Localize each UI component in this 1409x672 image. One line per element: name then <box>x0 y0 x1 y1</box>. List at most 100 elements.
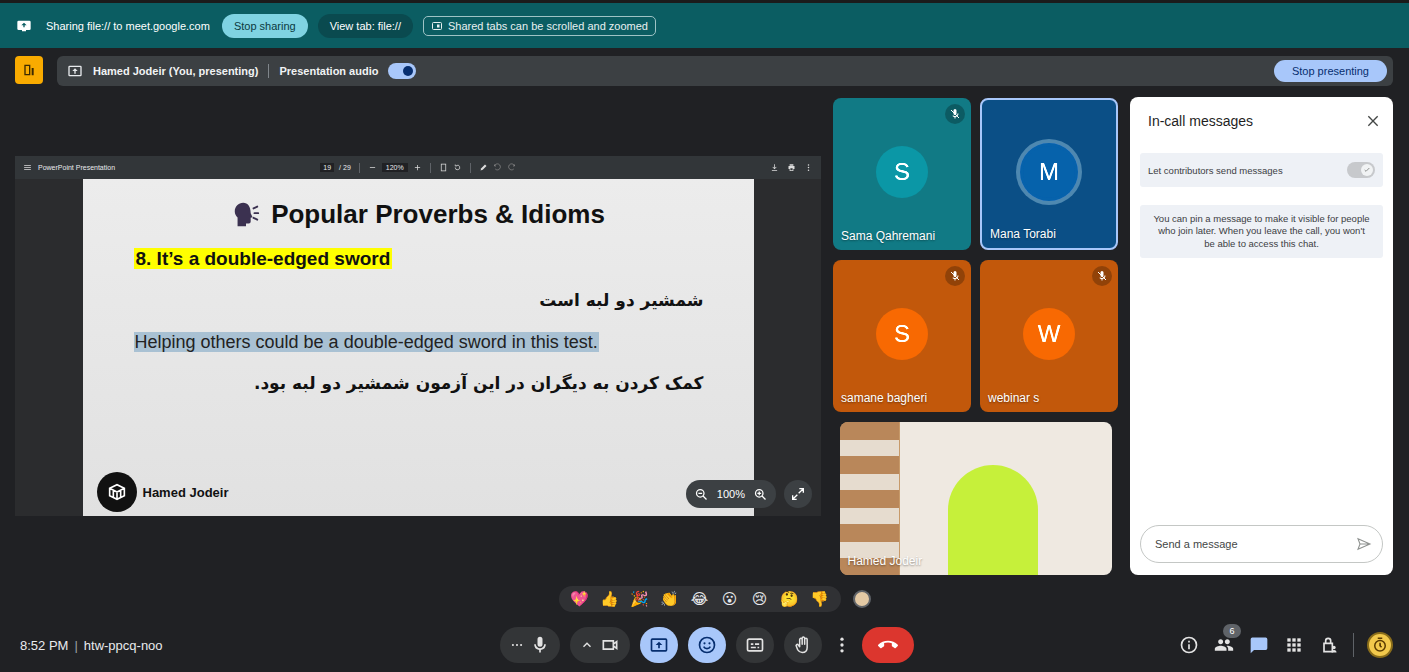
chat-title: In-call messages <box>1148 113 1253 129</box>
setting-label: Let contributors send messages <box>1148 165 1283 176</box>
undo-icon[interactable] <box>493 163 502 172</box>
message-input[interactable] <box>1153 537 1356 551</box>
apps-button[interactable] <box>1283 634 1305 656</box>
reaction-button[interactable]: 💖 <box>567 586 593 612</box>
presentation-audio-toggle[interactable] <box>388 63 416 79</box>
participant-tile[interactable]: M Mana Torabi <box>980 98 1118 250</box>
send-icon[interactable] <box>1356 536 1372 552</box>
reactions-button[interactable] <box>688 627 726 663</box>
participant-name: samane bagheri <box>841 391 927 405</box>
example-sentence: Helping others could be a double-edged s… <box>134 332 704 353</box>
stage: PowerPoint Presentation19/ 29120%Popular… <box>0 96 1409 576</box>
more-icon[interactable] <box>804 163 813 172</box>
presenter-row: Hamed Jodeir (You, presenting)Presentati… <box>0 56 1409 86</box>
skin-tone-button[interactable] <box>853 590 871 608</box>
page-input[interactable]: 19 <box>320 163 334 172</box>
self-video-tile[interactable]: Hamed Jodeir <box>840 422 1112 575</box>
zoom-control: 100% <box>686 480 776 508</box>
participant-count-badge: 6 <box>1223 624 1241 638</box>
message-input-box <box>1140 525 1383 563</box>
screen-share-icon <box>16 18 32 34</box>
host-button[interactable] <box>1318 634 1340 656</box>
captions-icon <box>745 635 765 655</box>
speaking-head-icon <box>231 200 261 230</box>
zoom-in-icon[interactable] <box>753 487 768 502</box>
hang-up-icon <box>878 635 898 655</box>
annotate-icon[interactable] <box>479 163 488 172</box>
view-tab-button[interactable]: View tab: file:// <box>318 14 413 38</box>
people-button[interactable]: 6 <box>1213 634 1235 656</box>
reaction-button[interactable]: 👎 <box>807 586 833 612</box>
separator: | <box>74 638 77 653</box>
author-logo-icon <box>97 472 137 512</box>
idiom-translation: شمشیر دو لبه است <box>97 290 704 310</box>
presenter-bar: Hamed Jodeir (You, presenting)Presentati… <box>57 56 1393 86</box>
toggle-knob <box>403 66 413 76</box>
reaction-button[interactable]: 😢 <box>747 586 773 612</box>
camera-button[interactable] <box>570 627 630 663</box>
participant-tile[interactable]: Wwebinar s <box>980 260 1118 412</box>
reaction-button[interactable]: 😮 <box>717 586 743 612</box>
side-controls: 6 <box>914 632 1394 658</box>
chat-header: In-call messages <box>1140 97 1383 145</box>
options-icon <box>510 638 524 652</box>
reaction-button[interactable]: 🤔 <box>777 586 803 612</box>
print-icon[interactable] <box>787 163 796 172</box>
timer-button[interactable] <box>1367 632 1393 658</box>
hand-icon <box>793 635 813 655</box>
participant-name: webinar s <box>988 391 1039 405</box>
muted-mic-icon <box>945 266 965 286</box>
present-button[interactable] <box>640 627 678 663</box>
muted-mic-icon <box>1092 266 1112 286</box>
participant-avatar: M <box>1023 146 1075 198</box>
menu-icon[interactable] <box>23 163 32 172</box>
more-options-button[interactable] <box>832 627 852 663</box>
stop-presenting-button[interactable]: Stop presenting <box>1274 60 1387 82</box>
rotate-icon[interactable] <box>453 163 462 172</box>
share-status: Sharing file:// to meet.google.com <box>46 20 210 32</box>
smiley-icon <box>697 635 717 655</box>
pdf-viewer[interactable]: PowerPoint Presentation19/ 29120%Popular… <box>15 156 821 516</box>
fullscreen-button[interactable] <box>784 480 812 508</box>
raise-hand-button[interactable] <box>784 627 822 663</box>
viewer-toolbar: PowerPoint Presentation19/ 29120% <box>15 156 821 179</box>
fit-page-icon[interactable] <box>439 163 448 172</box>
zoom-input[interactable]: 120% <box>382 163 408 172</box>
participant-avatar: S <box>876 308 928 360</box>
reaction-button[interactable]: 🎉 <box>627 586 653 612</box>
captions-button[interactable] <box>736 627 774 663</box>
participant-tile[interactable]: SSama Qahremani <box>833 98 971 250</box>
reaction-button[interactable]: 😂 <box>687 586 713 612</box>
zoom-out-icon[interactable] <box>694 487 709 502</box>
camera-video <box>840 422 1112 575</box>
participant-name: Mana Torabi <box>990 227 1056 241</box>
timer-icon <box>1371 636 1389 654</box>
page-count: / 29 <box>339 164 351 171</box>
meeting-code: htw-ppcq-noo <box>84 638 163 653</box>
reaction-button[interactable]: 👏 <box>657 586 683 612</box>
contributors-toggle[interactable] <box>1347 162 1375 178</box>
scroll-tab-icon <box>431 20 443 32</box>
redo-icon[interactable] <box>507 163 516 172</box>
idiom: 8. It’s a double-edged sword <box>134 248 704 270</box>
info-button[interactable] <box>1178 634 1200 656</box>
microphone-button[interactable] <box>500 627 560 663</box>
host-controls-lock-icon <box>1319 635 1339 655</box>
stop-sharing-button[interactable]: Stop sharing <box>222 14 308 38</box>
download-icon[interactable] <box>770 163 779 172</box>
zoom-in-icon[interactable] <box>413 163 422 172</box>
close-icon[interactable] <box>1365 113 1381 129</box>
reaction-button[interactable]: 👍 <box>597 586 623 612</box>
participant-grid: SSama Qahremani M Mana Torabi Ssamane baghe… <box>833 98 1118 576</box>
companion-logo-icon[interactable] <box>15 56 43 84</box>
viewer-body: Popular Proverbs & Idioms8. It’s a doubl… <box>15 179 821 516</box>
chat-panel: In-call messages Let contributors send me… <box>1130 97 1393 575</box>
example-translation: کمک کردن به دیگران در این آزمون شمشیر دو… <box>97 373 704 393</box>
divider <box>268 64 269 78</box>
leave-call-button[interactable] <box>862 627 914 663</box>
people-icon <box>1214 635 1234 655</box>
chat-button[interactable] <box>1248 634 1270 656</box>
participant-tile[interactable]: Ssamane bagheri <box>833 260 971 412</box>
zoom-out-icon[interactable] <box>368 163 377 172</box>
expand-icon <box>790 486 806 502</box>
